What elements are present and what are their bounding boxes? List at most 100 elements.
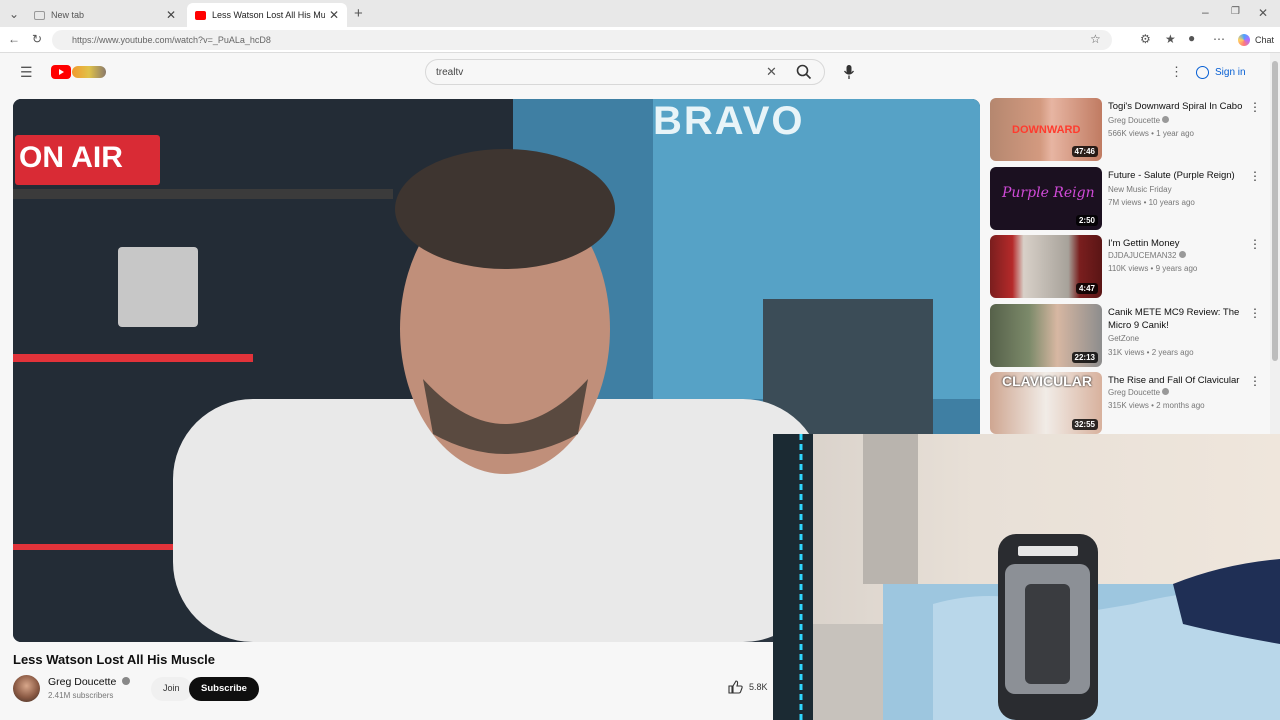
- recommendation-item[interactable]: DOWNWARD 47:46 Togi's Downward Spiral In…: [990, 98, 1270, 162]
- menu-icon[interactable]: ☰: [20, 65, 33, 79]
- collections-icon[interactable]: ★: [1165, 33, 1176, 45]
- youtube-icon: [195, 10, 206, 20]
- search-input[interactable]: trealtv: [425, 59, 825, 85]
- verified-icon: [122, 677, 131, 685]
- play-icon: [59, 69, 64, 75]
- tab-label: Less Watson Lost All His Muscle - ...: [212, 10, 325, 20]
- sign-in-button[interactable]: Sign in: [1196, 62, 1246, 82]
- more-actions-icon[interactable]: ⋮: [1249, 374, 1261, 388]
- join-button[interactable]: Join: [151, 677, 192, 701]
- clear-search-icon[interactable]: ✕: [766, 65, 777, 78]
- youtube-logo[interactable]: [51, 65, 71, 79]
- extensions-icon[interactable]: ⚙: [1140, 33, 1151, 45]
- sign-in-label: Sign in: [1215, 66, 1246, 78]
- recommendation-item[interactable]: Purple Reign 2:50 Future - Salute (Purpl…: [990, 167, 1270, 231]
- recommendation-meta: 31K views • 2 years ago: [1108, 348, 1194, 357]
- duration-badge: 4:47: [1075, 283, 1098, 294]
- channel-text: Greg Doucette: [1108, 388, 1161, 397]
- youtube-header: ☰ trealtv ✕ ⋮ Sign in: [0, 53, 1270, 93]
- verified-icon: [1162, 116, 1170, 123]
- thumbnail-text: CLAVICULAR: [1002, 373, 1092, 389]
- more-actions-icon[interactable]: ⋮: [1249, 100, 1261, 114]
- recommendation-title[interactable]: The Rise and Fall Of Clavicular: [1108, 374, 1246, 387]
- video-thumbnail[interactable]: DOWNWARD 47:46: [990, 98, 1102, 161]
- recommendation-channel[interactable]: Greg Doucette: [1108, 116, 1170, 125]
- video-title: Less Watson Lost All His Muscle: [13, 652, 216, 667]
- doodle-icon: [72, 66, 106, 78]
- window-close-button[interactable]: ✕: [1258, 7, 1268, 19]
- thumbs-up-icon: [728, 680, 743, 694]
- more-actions-icon[interactable]: ⋮: [1249, 306, 1261, 320]
- maximize-button[interactable]: ❐: [1231, 7, 1240, 17]
- address-bar: ← ↻ https://www.youtube.com/watch?v=_PuA…: [0, 27, 1280, 53]
- search-value: trealtv: [436, 67, 464, 78]
- channel-name[interactable]: Greg Doucette: [48, 676, 131, 688]
- recommendation-channel[interactable]: DJDAJUCEMAN32: [1108, 251, 1186, 260]
- thumbnail-text: Purple Reign: [1002, 185, 1095, 201]
- more-actions-icon[interactable]: ⋮: [1249, 169, 1261, 183]
- tab-video[interactable]: Less Watson Lost All His Muscle - ... ✕: [187, 3, 347, 27]
- duration-badge: 47:46: [1071, 146, 1098, 157]
- recommendation-item[interactable]: CLAVICULAR 32:55 The Rise and Fall Of Cl…: [990, 372, 1270, 434]
- video-thumbnail[interactable]: CLAVICULAR 32:55: [990, 372, 1102, 434]
- recommendation-channel[interactable]: New Music Friday: [1108, 185, 1172, 194]
- new-tab-button[interactable]: +: [354, 6, 363, 21]
- on-air-sign: ON AIR: [15, 135, 160, 185]
- tab-new-tab[interactable]: New tab ✕: [26, 3, 184, 27]
- reload-icon[interactable]: ↻: [32, 33, 42, 45]
- thumbnail-text: DOWNWARD: [1012, 124, 1081, 136]
- recommendation-meta: 7M views • 10 years ago: [1108, 198, 1195, 207]
- tab-label: New tab: [51, 10, 85, 20]
- recommendation-channel[interactable]: Greg Doucette: [1108, 388, 1170, 397]
- page-icon: [34, 10, 45, 20]
- recommendation-meta: 315K views • 2 months ago: [1108, 401, 1205, 410]
- channel-row: Greg Doucette 2.41M subscribers Join Sub…: [13, 674, 773, 704]
- profile-icon[interactable]: ●: [1188, 32, 1195, 44]
- video-thumbnail[interactable]: Purple Reign 2:50: [990, 167, 1102, 230]
- browser-tabstrip: ⌄ New tab ✕ Less Watson Lost All His Mus…: [0, 0, 1280, 27]
- more-icon[interactable]: ⋯: [1213, 33, 1225, 45]
- recommendation-title[interactable]: Canik METE MC9 Review: The Micro 9 Canik…: [1108, 306, 1246, 332]
- minimize-button[interactable]: –: [1202, 6, 1209, 18]
- like-button[interactable]: 5.8K: [728, 680, 768, 694]
- duration-badge: 22:13: [1071, 352, 1098, 363]
- recommendation-item[interactable]: 22:13 Canik METE MC9 Review: The Micro 9…: [990, 304, 1270, 368]
- tab-list-icon[interactable]: ⌄: [9, 8, 19, 20]
- microphone-icon[interactable]: [843, 64, 855, 85]
- webcam-scene: [773, 434, 1280, 720]
- back-icon[interactable]: ←: [8, 33, 20, 45]
- subscribe-button[interactable]: Subscribe: [189, 677, 259, 701]
- channel-avatar[interactable]: [13, 675, 40, 702]
- recommendation-item[interactable]: 4:47 I'm Gettin Money DJDAJUCEMAN32 110K…: [990, 235, 1270, 299]
- recommendation-title[interactable]: I'm Gettin Money: [1108, 237, 1246, 250]
- page-scrollbar[interactable]: [1270, 53, 1280, 434]
- duration-badge: 32:55: [1071, 419, 1098, 430]
- like-count: 5.8K: [749, 682, 768, 692]
- video-thumbnail[interactable]: 4:47: [990, 235, 1102, 298]
- copilot-icon[interactable]: [1238, 34, 1250, 46]
- channel-text: Greg Doucette: [1108, 116, 1161, 125]
- close-icon[interactable]: ✕: [329, 8, 339, 22]
- recommendation-meta: 110K views • 9 years ago: [1108, 264, 1198, 273]
- on-air-text: ON AIR: [19, 141, 123, 174]
- video-thumbnail[interactable]: 22:13: [990, 304, 1102, 367]
- settings-more-icon[interactable]: ⋮: [1170, 65, 1183, 78]
- recommendation-meta: 566K views • 1 year ago: [1108, 129, 1194, 138]
- channel-name-text: Greg Doucette: [48, 676, 117, 688]
- url-text: https://www.youtube.com/watch?v=_PuALa_h…: [72, 35, 271, 45]
- more-actions-icon[interactable]: ⋮: [1249, 237, 1261, 251]
- account-icon: [1196, 65, 1209, 79]
- favorites-icon[interactable]: ☆: [1090, 33, 1101, 45]
- verified-icon: [1178, 251, 1186, 258]
- recommendation-title[interactable]: Togi's Downward Spiral In Cabo: [1108, 100, 1246, 113]
- url-field[interactable]: https://www.youtube.com/watch?v=_PuALa_h…: [52, 30, 1112, 50]
- chat-label[interactable]: Chat: [1255, 35, 1274, 45]
- webcam-overlay: [773, 434, 1280, 720]
- search-icon[interactable]: [796, 64, 812, 85]
- scrollbar-thumb[interactable]: [1272, 61, 1278, 361]
- recommendation-title[interactable]: Future - Salute (Purple Reign): [1108, 169, 1246, 182]
- recommendation-channel[interactable]: GetZone: [1108, 334, 1139, 343]
- channel-text: DJDAJUCEMAN32: [1108, 251, 1177, 260]
- subscriber-count: 2.41M subscribers: [48, 691, 114, 700]
- close-icon[interactable]: ✕: [166, 8, 176, 22]
